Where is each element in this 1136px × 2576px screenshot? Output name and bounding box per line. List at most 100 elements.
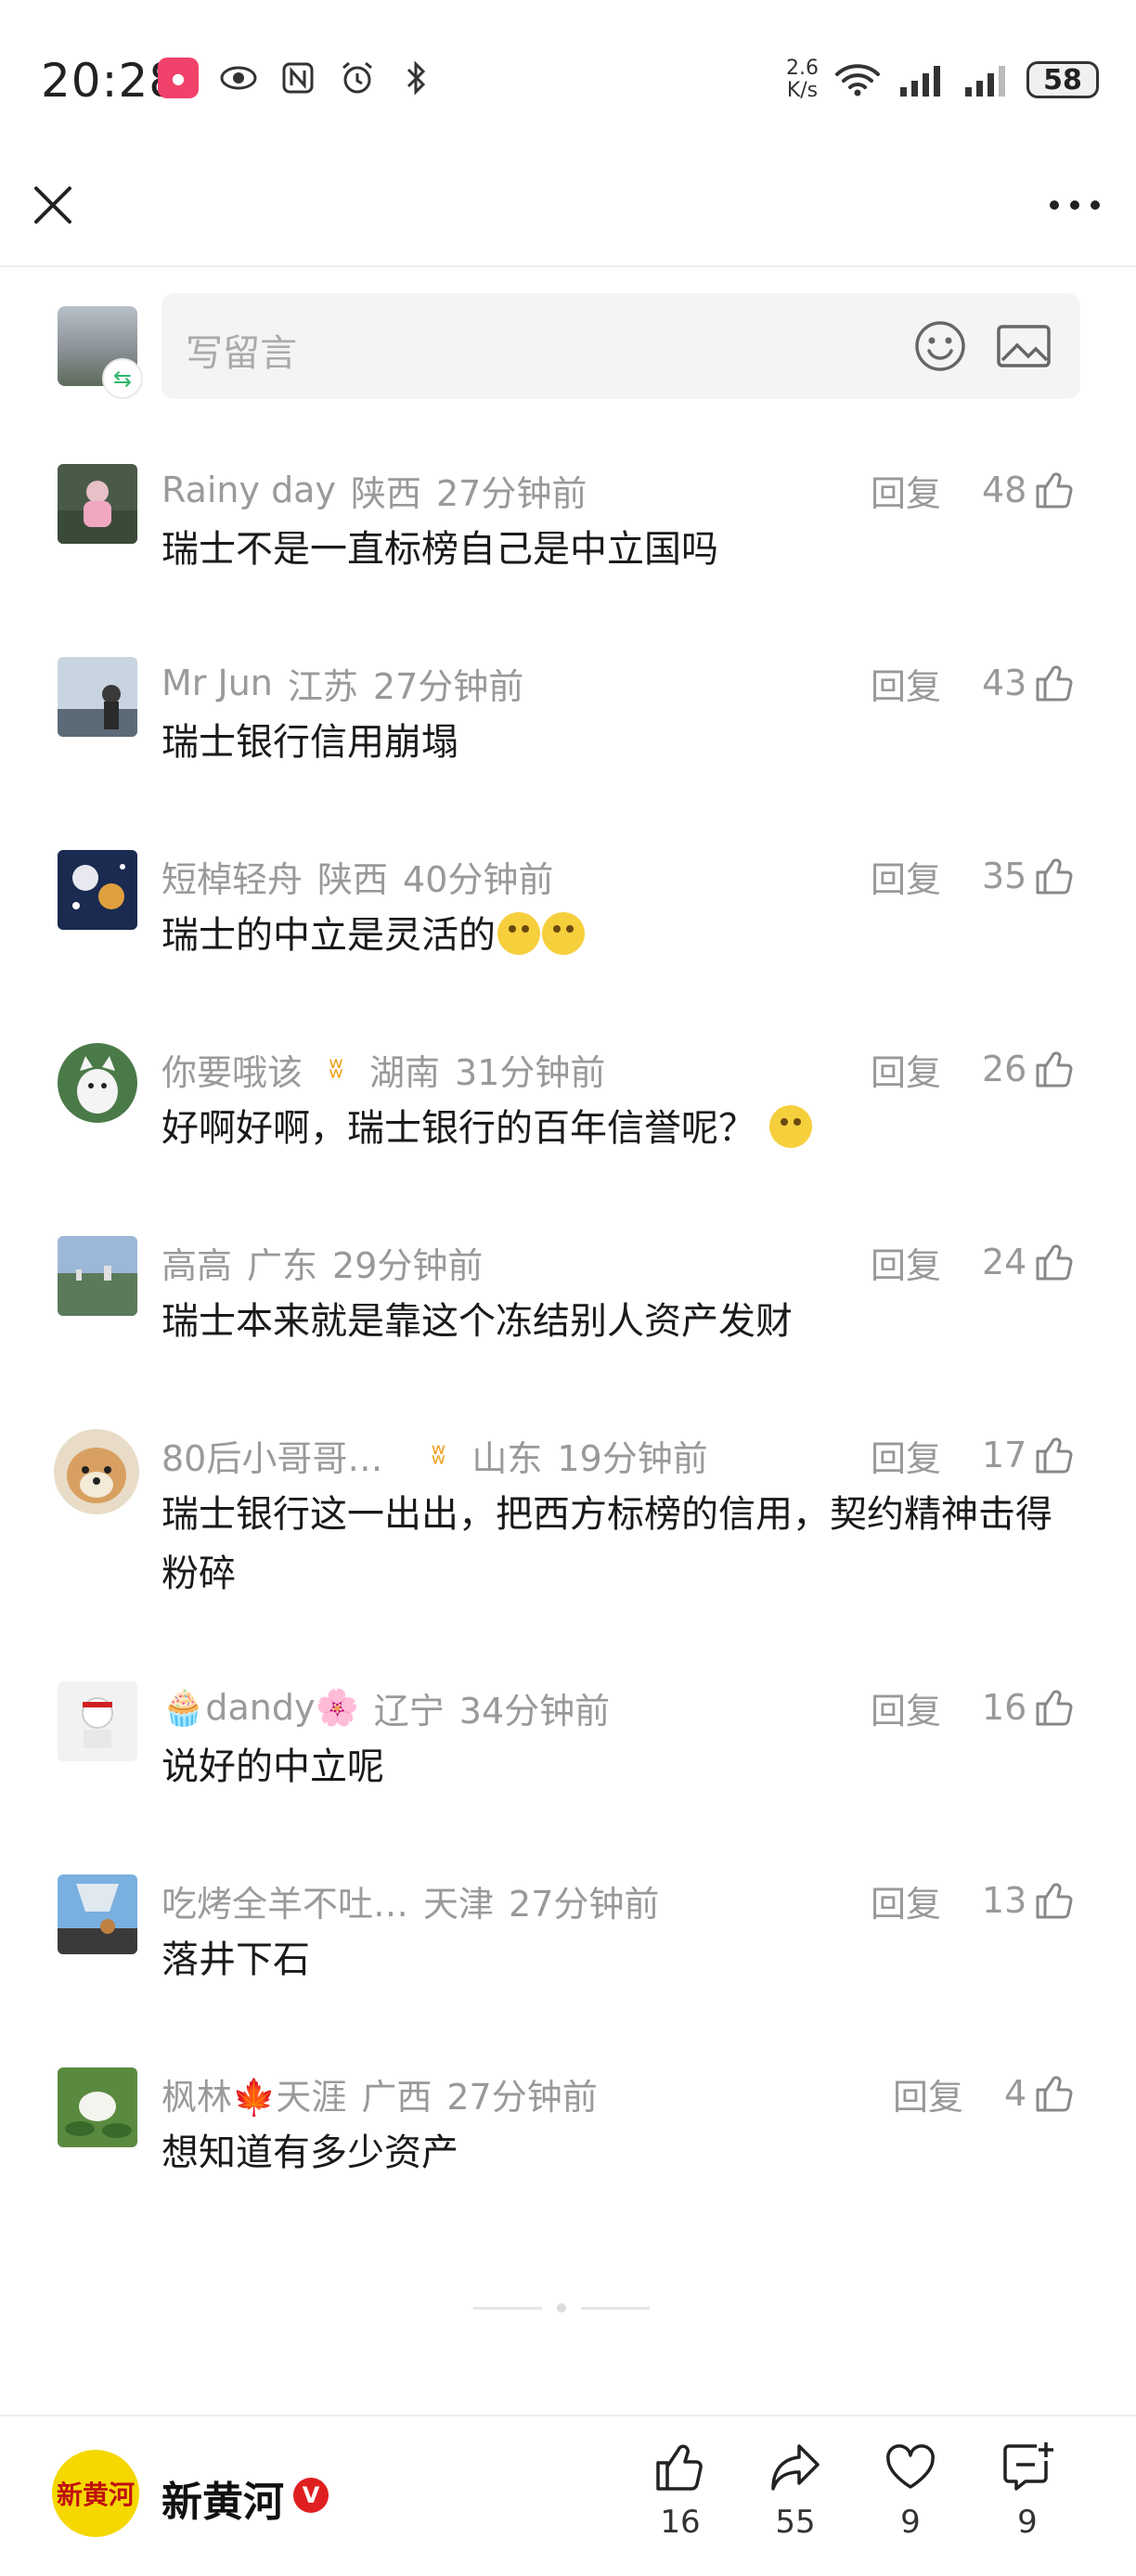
- emoji-button[interactable]: [913, 319, 967, 373]
- reply-button[interactable]: 回复: [871, 1874, 941, 1926]
- close-button[interactable]: [24, 176, 82, 234]
- commenter-avatar[interactable]: [54, 1429, 139, 1514]
- commenter-location: 江苏: [287, 665, 358, 707]
- like-count: 35: [982, 856, 1027, 896]
- page-indicator-line: [581, 2306, 650, 2310]
- reply-button[interactable]: 回复: [893, 2067, 963, 2119]
- share-action-count: 55: [775, 2504, 816, 2541]
- reply-button[interactable]: 回复: [871, 850, 941, 902]
- thumbs-up-icon: [1036, 1244, 1073, 1281]
- commenter-name[interactable]: 高高: [161, 1237, 232, 1288]
- comment-text: 瑞士不是一直标榜自己是中立国吗: [161, 528, 718, 571]
- comment-time: 19分钟前: [557, 1437, 708, 1479]
- commenter-location: 陕西: [350, 472, 421, 514]
- like-button[interactable]: 17: [982, 1429, 1075, 1481]
- comment-text: 说好的中立呢: [161, 1745, 384, 1788]
- comment-action-count: 9: [1017, 2504, 1038, 2541]
- commenter-location: 天津: [423, 1883, 495, 1925]
- image-button[interactable]: [995, 319, 1052, 373]
- grin-emoji-icon: [768, 1105, 812, 1148]
- share-action-button[interactable]: 55: [754, 2439, 837, 2541]
- bottom-divider: [0, 2415, 1136, 2416]
- comment-time: 29分钟前: [332, 1244, 484, 1286]
- commenter-avatar[interactable]: [58, 1043, 137, 1123]
- commenter-name[interactable]: Rainy day: [161, 470, 336, 510]
- wifi-icon: [833, 60, 882, 99]
- commenter-avatar[interactable]: [58, 1236, 137, 1316]
- commenter-name[interactable]: Mr Jun: [161, 663, 273, 703]
- favorite-action-count: 9: [900, 2504, 921, 2541]
- like-button[interactable]: 24: [982, 1236, 1075, 1288]
- like-count: 17: [982, 1435, 1027, 1475]
- comment-text: 落井下石: [161, 1938, 310, 1981]
- publisher-name[interactable]: 新黄河: [161, 2468, 284, 2528]
- comment-action-button[interactable]: 9: [986, 2439, 1069, 2541]
- comment-text: 瑞士银行信用崩塌: [161, 721, 458, 764]
- comment-meta: 枫林🍁天涯 广西 27分钟前: [161, 2067, 598, 2119]
- thumbs-up-icon: [1036, 472, 1073, 509]
- alarm-icon: [338, 58, 377, 97]
- add-comment-icon: [1003, 2442, 1053, 2491]
- page-indicator: [473, 2303, 650, 2312]
- reply-button[interactable]: 回复: [871, 464, 941, 516]
- commenter-name[interactable]: 吃烤全羊不吐…: [161, 1875, 408, 1926]
- commenter-avatar[interactable]: [58, 850, 137, 930]
- thumbs-up-icon: [1036, 665, 1073, 702]
- commenter-name[interactable]: 80后小哥哥…: [161, 1430, 382, 1481]
- commenter-name[interactable]: dandy: [205, 1687, 315, 1728]
- heart-icon: [886, 2444, 935, 2489]
- cake-emoji-icon: 🧁: [161, 1686, 206, 1728]
- eye-icon: [219, 58, 258, 97]
- comment-time: 27分钟前: [372, 665, 524, 707]
- commenter-avatar[interactable]: [58, 1681, 137, 1761]
- network-speed-value: 2.6: [786, 57, 819, 80]
- reply-button[interactable]: 回复: [871, 1043, 941, 1095]
- like-button[interactable]: 4: [1004, 2067, 1075, 2119]
- signal-2-icon: [962, 60, 1012, 99]
- like-button[interactable]: 43: [982, 657, 1075, 709]
- bluetooth-icon: [397, 58, 436, 97]
- commenter-avatar[interactable]: [58, 464, 137, 544]
- more-options-button[interactable]: [1038, 176, 1112, 234]
- close-icon: [34, 187, 71, 224]
- thumbs-up-icon: [1036, 1437, 1073, 1474]
- commenter-avatar[interactable]: [58, 1874, 137, 1954]
- comment-meta: 你要哦该 ʬ 湖南 31分钟前: [161, 1043, 605, 1095]
- like-action-button[interactable]: 16: [639, 2439, 722, 2541]
- thumbs-up-icon: [1036, 2076, 1073, 2112]
- commenter-avatar[interactable]: [58, 657, 137, 737]
- comment-meta: 高高 广东 29分钟前: [161, 1236, 483, 1288]
- commenter-location: 湖南: [369, 1051, 441, 1093]
- comment-text: 想知道有多少资产: [161, 2132, 458, 2174]
- reply-button[interactable]: 回复: [871, 1236, 941, 1288]
- thumbs-up-icon: [656, 2444, 703, 2491]
- smile-emoji-icon: [497, 912, 540, 955]
- like-button[interactable]: 26: [982, 1043, 1075, 1095]
- verified-badge-icon: V: [293, 2478, 329, 2513]
- commenter-name[interactable]: 枫林🍁天涯: [161, 2068, 346, 2119]
- comment-time: 27分钟前: [509, 1883, 660, 1925]
- like-count: 48: [982, 470, 1027, 510]
- thumbs-up-icon: [1036, 1883, 1073, 1919]
- like-button[interactable]: 35: [982, 850, 1075, 902]
- reply-button[interactable]: 回复: [871, 1681, 941, 1733]
- network-speed: 2.6 K/s: [786, 58, 819, 102]
- favorite-action-button[interactable]: 9: [869, 2439, 952, 2541]
- switch-account-icon[interactable]: ⇆: [102, 358, 143, 399]
- commenter-name[interactable]: 短棹轻舟: [161, 851, 303, 902]
- reply-button[interactable]: 回复: [871, 657, 941, 709]
- like-button[interactable]: 48: [982, 464, 1075, 516]
- app-notification-icon: ●: [158, 58, 199, 98]
- thumbs-up-icon: [1036, 858, 1073, 895]
- vip-badge-icon: ʬ: [329, 1052, 343, 1085]
- commenter-avatar[interactable]: [58, 2067, 137, 2147]
- commenter-name[interactable]: 你要哦该: [161, 1044, 303, 1095]
- comment-meta: 吃烤全羊不吐… 天津 27分钟前: [161, 1874, 659, 1926]
- network-speed-unit: K/s: [786, 79, 819, 102]
- comment-text: 瑞士的中立是灵活的: [161, 906, 1052, 965]
- publisher-logo[interactable]: 新黄河: [52, 2450, 139, 2537]
- comment-text: 瑞士本来就是靠这个冻结别人资产发财: [161, 1300, 793, 1343]
- like-button[interactable]: 13: [982, 1874, 1075, 1926]
- reply-button[interactable]: 回复: [871, 1429, 941, 1481]
- like-button[interactable]: 16: [982, 1681, 1075, 1733]
